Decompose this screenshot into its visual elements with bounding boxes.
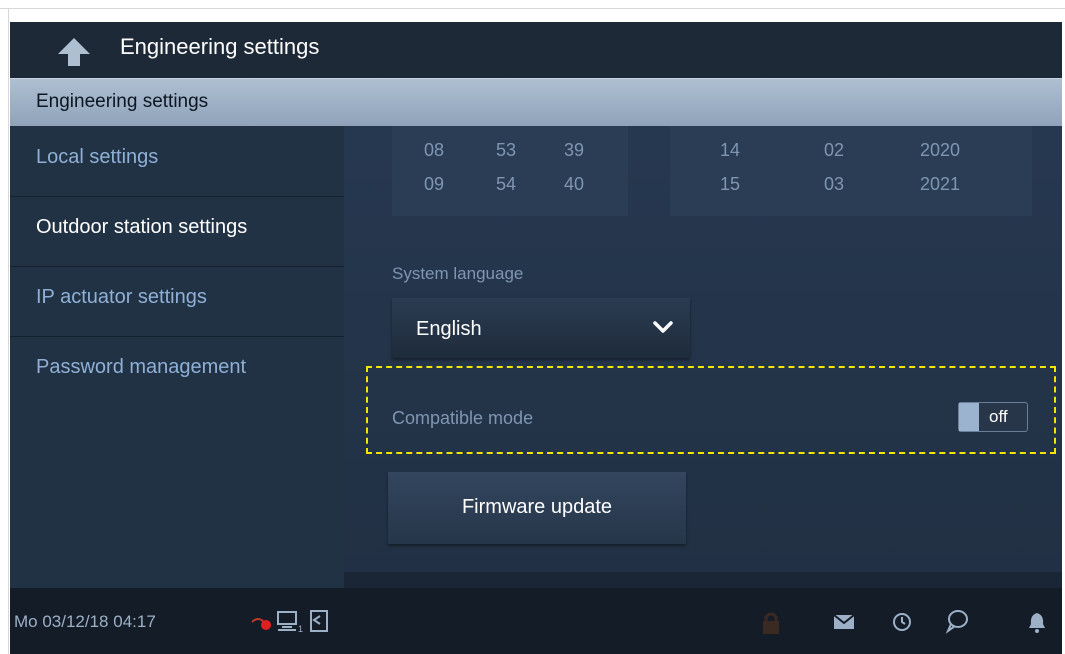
hour-value: 08 xyxy=(423,140,445,160)
system-language-label: System language xyxy=(392,264,524,283)
door-icon xyxy=(310,610,328,632)
language-dropdown[interactable]: English xyxy=(392,298,690,358)
sidebar: Local settings Outdoor station settings … xyxy=(10,126,344,588)
sidebar-item-local-settings[interactable]: Local settings xyxy=(10,126,344,197)
time-picker[interactable]: 08 09 53 54 39 40 xyxy=(392,126,628,216)
bell-icon[interactable] xyxy=(1026,610,1048,634)
network-icon: 1 xyxy=(277,611,303,634)
day-value: 14 xyxy=(719,140,741,160)
mail-icon[interactable] xyxy=(832,612,858,632)
month-value: 03 xyxy=(823,174,845,194)
scroll-edge xyxy=(344,572,1062,588)
back-button[interactable] xyxy=(52,34,96,70)
sidebar-item-label: Outdoor station settings xyxy=(36,216,248,238)
sidebar-item-ip-actuator-settings[interactable]: IP actuator settings xyxy=(10,266,344,337)
month-value: 02 xyxy=(823,140,845,160)
camera-off-icon xyxy=(251,618,271,630)
language-value: English xyxy=(416,318,482,340)
date-picker[interactable]: 14 15 02 03 2020 2021 xyxy=(670,126,1032,216)
firmware-update-label: Firmware update xyxy=(461,496,613,518)
sidebar-item-password-management[interactable]: Password management xyxy=(10,336,344,406)
history-icon[interactable] xyxy=(890,610,914,634)
chat-icon[interactable] xyxy=(944,608,970,634)
hour-value: 09 xyxy=(423,174,445,194)
firmware-update-button[interactable]: Firmware update xyxy=(388,472,686,544)
lock-icon[interactable] xyxy=(760,610,782,636)
second-value: 39 xyxy=(563,140,585,160)
section-title: Engineering settings xyxy=(36,91,209,112)
sidebar-item-label: Local settings xyxy=(36,146,159,168)
section-header: Engineering settings xyxy=(10,78,1062,127)
second-value: 40 xyxy=(563,174,585,194)
frame-line xyxy=(0,8,1065,9)
frame-line xyxy=(8,8,9,654)
page-title: Engineering settings xyxy=(120,34,320,59)
device-screen: Engineering settings Engineering setting… xyxy=(10,22,1062,654)
minute-value: 54 xyxy=(495,174,517,194)
year-value: 2020 xyxy=(919,140,961,160)
sidebar-item-outdoor-station-settings[interactable]: Outdoor station settings xyxy=(10,196,344,267)
toggle-state: off xyxy=(989,407,1008,426)
minute-value: 53 xyxy=(495,140,517,160)
svg-text:1: 1 xyxy=(298,624,303,634)
sidebar-item-label: Password management xyxy=(36,356,247,378)
status-bar: Mo 03/12/18 04:17 1 xyxy=(10,588,1062,654)
content-panel: 08 09 53 54 39 40 14 15 02 03 2020 2021 … xyxy=(344,126,1062,588)
back-arrow-icon xyxy=(58,38,90,66)
title-bar: Engineering settings xyxy=(10,22,1062,78)
status-datetime: Mo 03/12/18 04:17 xyxy=(14,612,156,631)
toggle-knob xyxy=(959,403,979,431)
chevron-down-icon xyxy=(653,321,673,333)
year-value: 2021 xyxy=(919,174,961,194)
compatible-mode-toggle[interactable]: off xyxy=(958,402,1028,432)
compatible-mode-label: Compatible mode xyxy=(392,408,534,428)
day-value: 15 xyxy=(719,174,741,194)
sidebar-item-label: IP actuator settings xyxy=(36,286,207,308)
